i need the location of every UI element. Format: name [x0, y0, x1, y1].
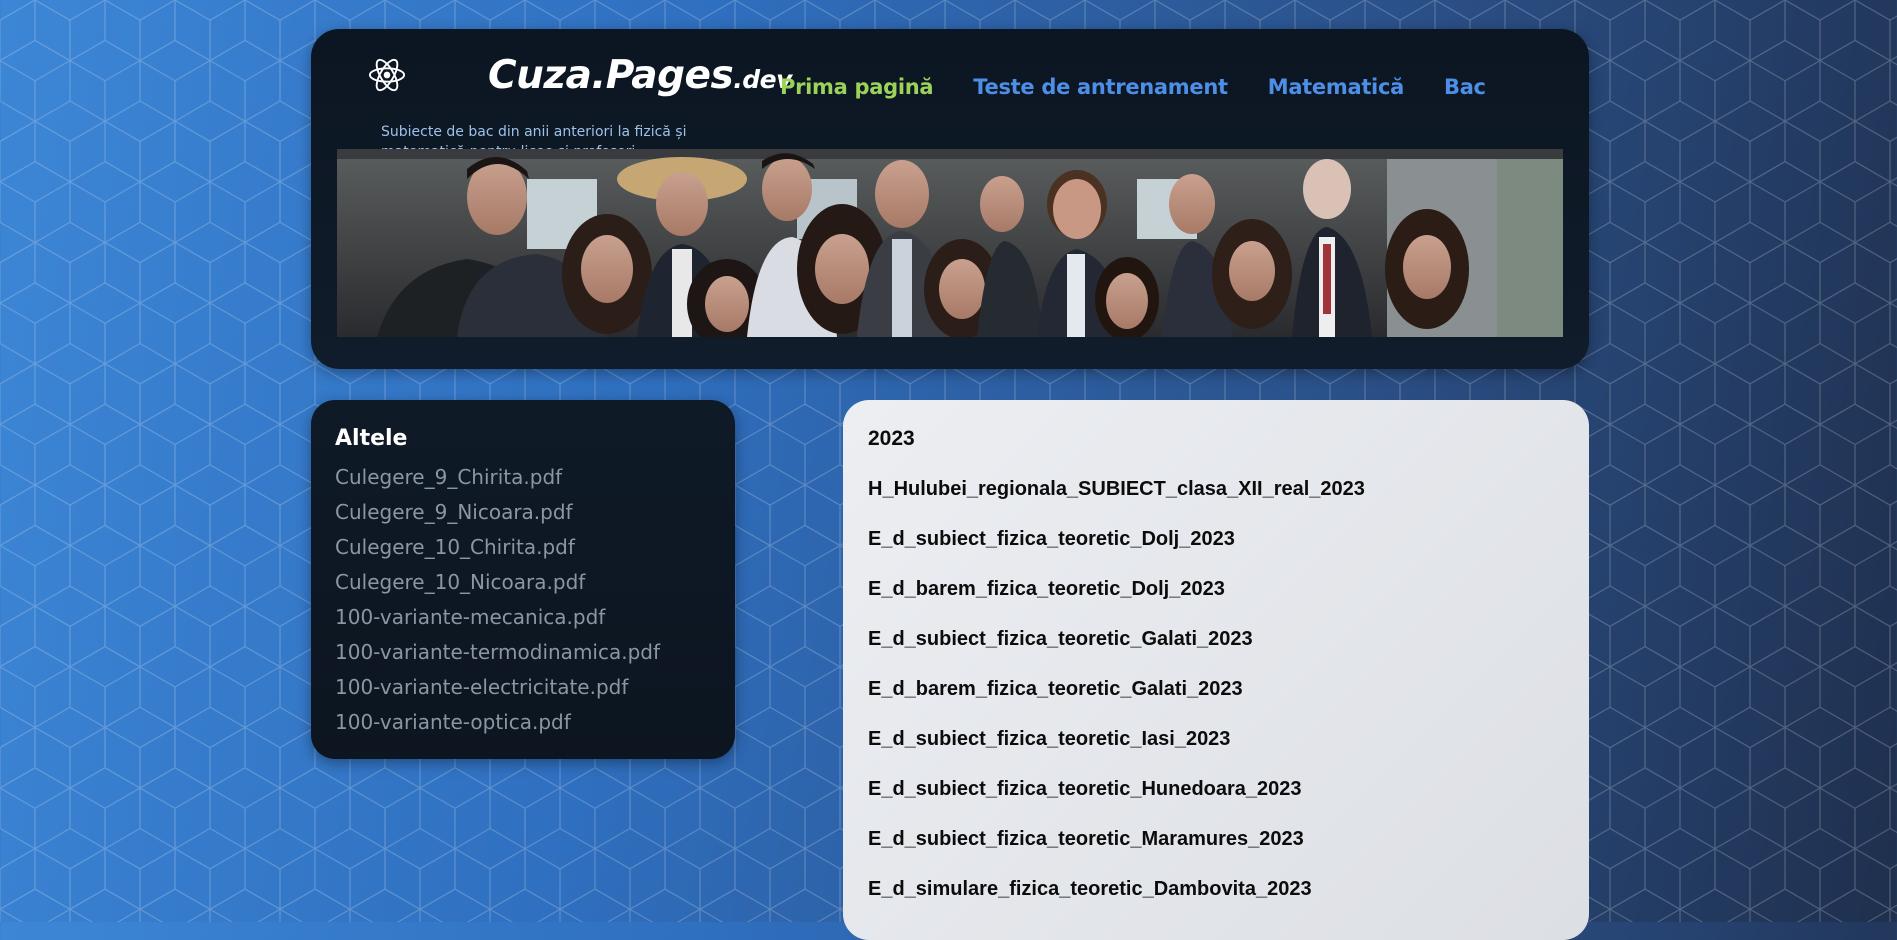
file-link[interactable]: E_d_barem_fizica_teoretic_Dolj_2023	[868, 576, 1365, 626]
sidebar-item-100-variante-electricitate[interactable]: 100-variante-electricitate.pdf	[335, 670, 660, 705]
year-heading: 2023	[868, 427, 915, 450]
nav-link-prima-pagina[interactable]: Prima pagină	[780, 75, 934, 99]
main-navigation: Prima pagină Teste de antrenament Matema…	[780, 75, 1486, 99]
sidebar-item-culegere-10-nicoara[interactable]: Culegere_10_Nicoara.pdf	[335, 565, 660, 600]
brand-name: Cuza.Pages.dev	[488, 53, 792, 98]
nav-link-matematica[interactable]: Matematică	[1268, 75, 1405, 99]
file-link[interactable]: E_d_barem_fizica_teoretic_Galati_2023	[868, 676, 1365, 726]
brand-main: Cuza.Pages	[488, 53, 734, 98]
sidebar-item-culegere-9-nicoara[interactable]: Culegere_9_Nicoara.pdf	[335, 495, 660, 530]
sidebar-item-100-variante-termodinamica[interactable]: 100-variante-termodinamica.pdf	[335, 635, 660, 670]
site-header: Cuza.Pages.dev Subiecte de bac din anii …	[311, 29, 1589, 369]
nav-link-bac[interactable]: Bac	[1444, 75, 1486, 99]
file-link[interactable]: E_d_subiect_fizica_teoretic_Dolj_2023	[868, 526, 1365, 576]
sidebar-item-100-variante-mecanica[interactable]: 100-variante-mecanica.pdf	[335, 600, 660, 635]
sidebar-item-100-variante-optica[interactable]: 100-variante-optica.pdf	[335, 705, 660, 740]
nav-link-teste[interactable]: Teste de antrenament	[973, 75, 1228, 99]
sidebar-file-list: Culegere_9_Chirita.pdf Culegere_9_Nicoar…	[335, 460, 660, 740]
sidebar-item-culegere-9-chirita[interactable]: Culegere_9_Chirita.pdf	[335, 460, 660, 495]
file-link[interactable]: E_d_subiect_fizica_teoretic_Galati_2023	[868, 626, 1365, 676]
file-link[interactable]: E_d_subiect_fizica_teoretic_Hunedoara_20…	[868, 776, 1365, 826]
file-link[interactable]: E_d_subiect_fizica_teoretic_Maramures_20…	[868, 826, 1365, 876]
group-photo-banner	[337, 149, 1563, 337]
sidebar-item-culegere-10-chirita[interactable]: Culegere_10_Chirita.pdf	[335, 530, 660, 565]
sidebar-altele: Altele Culegere_9_Chirita.pdf Culegere_9…	[311, 400, 735, 759]
file-link[interactable]: H_Hulubei_regionala_SUBIECT_clasa_XII_re…	[868, 476, 1365, 526]
file-list-2023: H_Hulubei_regionala_SUBIECT_clasa_XII_re…	[868, 476, 1365, 926]
sidebar-title: Altele	[335, 426, 408, 451]
main-content-panel: 2023 H_Hulubei_regionala_SUBIECT_clasa_X…	[843, 400, 1589, 940]
file-link[interactable]: E_d_simulare_fizica_teoretic_Dambovita_2…	[868, 876, 1365, 926]
file-link[interactable]: E_d_subiect_fizica_teoretic_Iasi_2023	[868, 726, 1365, 776]
atom-icon	[368, 58, 406, 92]
